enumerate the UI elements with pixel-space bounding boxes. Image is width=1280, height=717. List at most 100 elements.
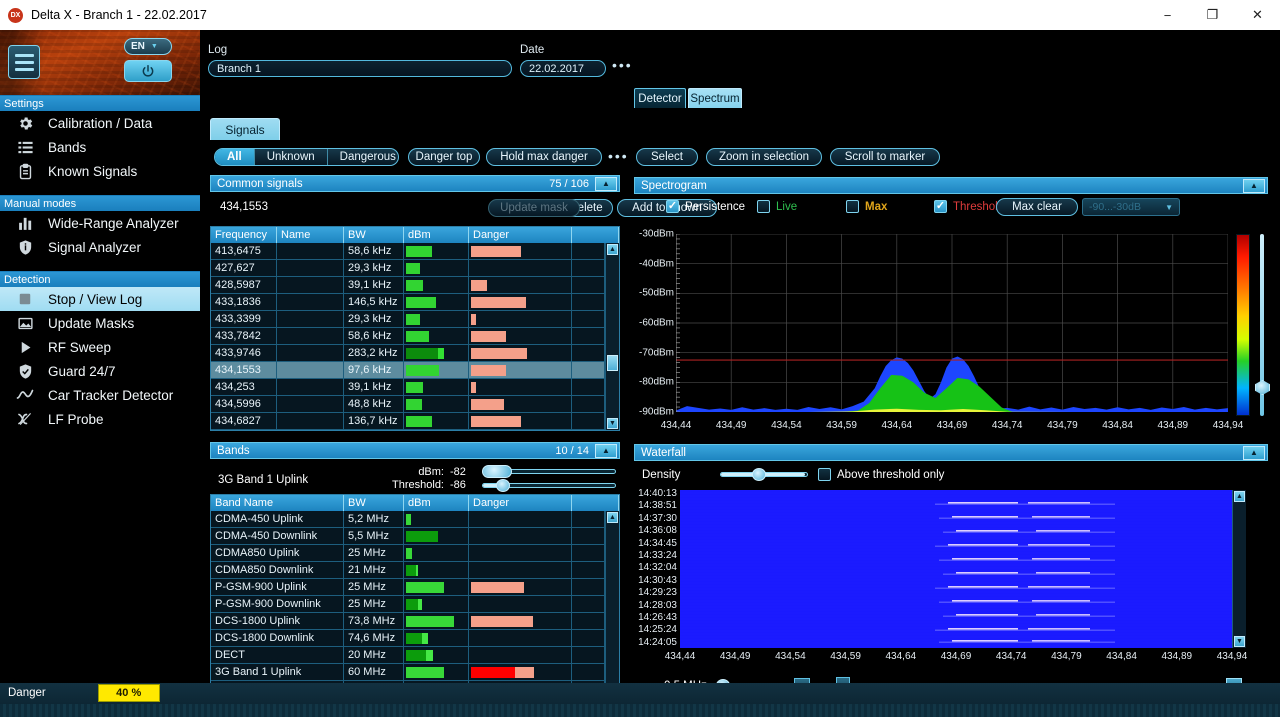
range-dropdown[interactable]: -90...-30dB ▼ <box>1082 198 1180 216</box>
level-slider[interactable] <box>1254 234 1270 416</box>
sidebar-item-lf-probe[interactable]: LF Probe <box>0 407 200 431</box>
max-checkbox[interactable] <box>846 200 859 213</box>
signal-filter-segmented[interactable]: All Unknown Dangerous <box>214 148 399 166</box>
select-button[interactable]: Select <box>636 148 698 166</box>
log-input[interactable]: Branch 1 <box>208 60 512 77</box>
hold-max-danger-button[interactable]: Hold max danger <box>486 148 602 166</box>
minimize-button[interactable]: − <box>1145 0 1190 30</box>
danger-top-button[interactable]: Danger top <box>408 148 480 166</box>
scroll-up-icon[interactable]: ▲ <box>607 244 618 255</box>
option-above-threshold-only[interactable]: Above threshold only <box>818 468 944 481</box>
column-bw[interactable]: BW <box>344 227 404 243</box>
waterfall-scrollbar[interactable]: ▲ ▼ <box>1232 490 1246 648</box>
scroll-up-icon[interactable]: ▲ <box>1234 491 1245 502</box>
chevron-up-icon[interactable]: ▲ <box>595 176 617 191</box>
table-row[interactable]: 434,253 39,1 kHz <box>211 379 605 396</box>
band-threshold-slider[interactable] <box>482 479 616 492</box>
table-row[interactable]: DCS-1800 Uplink 73,8 MHz <box>211 613 605 630</box>
scroll-up-icon[interactable]: ▲ <box>607 512 618 523</box>
table-row[interactable]: 433,9746 283,2 kHz <box>211 345 605 362</box>
column-band-dbm[interactable]: dBm <box>404 495 469 511</box>
persistence-checkbox[interactable] <box>666 200 679 213</box>
tab-spectrum[interactable]: Spectrum <box>688 88 742 108</box>
scroll-down-icon[interactable]: ▼ <box>1234 636 1245 647</box>
table-row[interactable]: CDMA-450 Downlink 5,5 MHz <box>211 528 605 545</box>
table-row[interactable]: 433,7842 58,6 kHz <box>211 328 605 345</box>
column-dbm[interactable]: dBm <box>404 227 469 243</box>
sidebar-item-guard-247[interactable]: Guard 24/7 <box>0 359 200 383</box>
table-row[interactable]: 3G Band 1 Uplink 60 MHz <box>211 664 605 681</box>
band-dbm-slider[interactable] <box>482 465 616 478</box>
column-band-name[interactable]: Band Name <box>211 495 344 511</box>
filter-dangerous[interactable]: Dangerous <box>328 149 398 165</box>
slider-knob[interactable] <box>482 465 512 478</box>
filter-all[interactable]: All <box>215 149 255 165</box>
sidebar-item-signal-analyzer[interactable]: Signal Analyzer <box>0 235 200 259</box>
tab-signals[interactable]: Signals <box>210 118 280 140</box>
sidebar-item-bands[interactable]: Bands <box>0 135 200 159</box>
density-slider[interactable] <box>720 468 808 481</box>
bands-header[interactable]: Bands 10 / 14 ▲ <box>210 442 620 459</box>
sidebar-item-car-tracker-detector[interactable]: Car Tracker Detector <box>0 383 200 407</box>
scroll-thumb[interactable] <box>607 355 618 371</box>
table-row[interactable]: 413,6475 58,6 kHz <box>211 243 605 260</box>
option-max[interactable]: Max <box>846 200 887 213</box>
power-button[interactable] <box>124 60 172 82</box>
maximize-button[interactable]: ❐ <box>1190 0 1235 30</box>
table-row[interactable]: 434,5996 48,8 kHz <box>211 396 605 413</box>
column-frequency[interactable]: Frequency <box>211 227 277 243</box>
language-selector[interactable]: EN ▼ <box>124 38 172 55</box>
table-row[interactable]: 433,1836 146,5 kHz <box>211 294 605 311</box>
table-row[interactable]: P-GSM-900 Downlink 25 MHz <box>211 596 605 613</box>
update-mask-button[interactable]: Update mask <box>488 199 580 217</box>
option-threshold[interactable]: Threshold <box>934 200 1004 213</box>
sidebar-item-known-signals[interactable]: Known Signals <box>0 159 200 183</box>
chevron-up-icon[interactable]: ▲ <box>1243 178 1265 193</box>
column-band-bw[interactable]: BW <box>344 495 404 511</box>
close-button[interactable]: ✕ <box>1235 0 1280 30</box>
live-checkbox[interactable] <box>757 200 770 213</box>
table-row[interactable]: 434,1553 97,6 kHz <box>211 362 605 379</box>
scroll-to-marker-button[interactable]: Scroll to marker <box>830 148 940 166</box>
spectrum-chart[interactable]: -30dBm -40dBm -50dBm -60dBm -70dBm -80dBm -90d… <box>634 226 1243 431</box>
chevron-up-icon[interactable]: ▲ <box>1243 445 1265 460</box>
sidebar-item-calibration-data[interactable]: Calibration / Data <box>0 111 200 135</box>
table-row[interactable]: CDMA-450 Uplink 5,2 MHz <box>211 511 605 528</box>
sidebar-item-stop-view-log[interactable]: Stop / View Log <box>0 287 200 311</box>
menu-icon[interactable] <box>8 45 40 79</box>
tab-detector[interactable]: Detector <box>634 88 686 108</box>
table-row[interactable]: CDMA850 Uplink 25 MHz <box>211 545 605 562</box>
table-row[interactable]: 434,6827 136,7 kHz <box>211 413 605 430</box>
sidebar-item-wide-range-analyzer[interactable]: Wide-Range Analyzer <box>0 211 200 235</box>
chevron-up-icon[interactable]: ▲ <box>595 443 617 458</box>
max-clear-button[interactable]: Max clear <box>996 198 1078 216</box>
table-row[interactable]: 428,5987 39,1 kHz <box>211 277 605 294</box>
sidebar-item-rf-sweep[interactable]: RF Sweep <box>0 335 200 359</box>
table-row[interactable]: 427,627 29,3 kHz <box>211 260 605 277</box>
threshold-checkbox[interactable] <box>934 200 947 213</box>
table-row[interactable]: CDMA850 Downlink 21 MHz <box>211 562 605 579</box>
bands-scrollbar[interactable]: ▲ ▼ <box>605 511 619 701</box>
table-row[interactable]: DECT 20 MHz <box>211 647 605 664</box>
slider-knob[interactable] <box>1255 380 1270 395</box>
waterfall-header[interactable]: Waterfall ▲ <box>634 444 1268 461</box>
column-name[interactable]: Name <box>277 227 344 243</box>
option-persistence[interactable]: Persistence <box>666 200 745 213</box>
table-row[interactable]: DCS-1800 Downlink 74,6 MHz <box>211 630 605 647</box>
table-row[interactable]: 433,3399 29,3 kHz <box>211 311 605 328</box>
zoom-in-selection-button[interactable]: Zoom in selection <box>706 148 822 166</box>
sidebar-item-update-masks[interactable]: Update Masks <box>0 311 200 335</box>
scroll-down-icon[interactable]: ▼ <box>607 418 618 429</box>
column-band-danger[interactable]: Danger <box>469 495 572 511</box>
option-live[interactable]: Live <box>757 200 797 213</box>
date-input[interactable]: 22.02.2017 <box>520 60 606 77</box>
slider-knob[interactable] <box>496 479 510 492</box>
common-signals-header[interactable]: Common signals 75 / 106 ▲ <box>210 175 620 192</box>
signals-more-button[interactable]: ••• <box>608 149 629 163</box>
filter-unknown[interactable]: Unknown <box>255 149 328 165</box>
column-extra[interactable] <box>572 227 619 243</box>
waterfall-chart[interactable]: 14:40:13 14:38:51 14:37:30 14:36:08 14:34:45… <box>634 488 1268 662</box>
spectrogram-header[interactable]: Spectrogram ▲ <box>634 177 1268 194</box>
column-band-extra[interactable] <box>572 495 619 511</box>
slider-knob[interactable] <box>752 468 766 481</box>
